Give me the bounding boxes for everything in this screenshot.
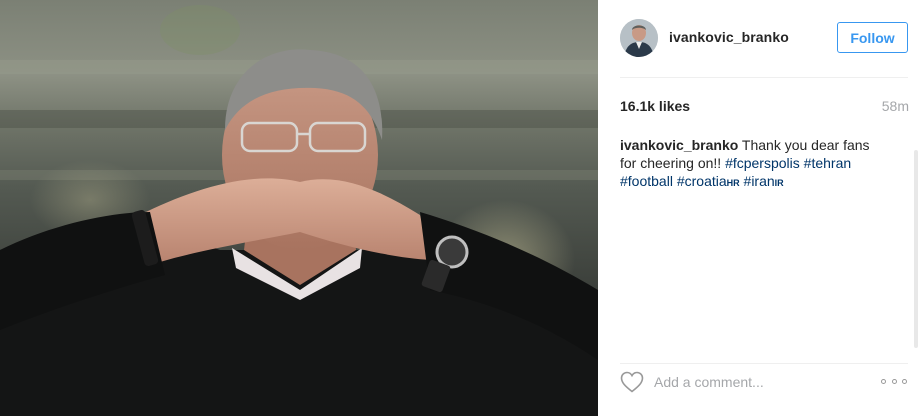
post-photo[interactable] (0, 0, 598, 416)
instagram-post: ivankovic_branko Follow 16.1k likes 58m … (0, 0, 921, 416)
hashtag-football[interactable]: #football (620, 173, 673, 189)
avatar[interactable] (620, 19, 658, 57)
hashtag-fcperspolis[interactable]: #fcperspolis (725, 155, 800, 171)
add-comment-input[interactable] (654, 372, 854, 392)
iran-flag-text: IR (774, 178, 784, 188)
likes-count[interactable]: 16.1k likes (620, 98, 690, 114)
more-options-icon (891, 378, 897, 384)
comments-scrollbar[interactable] (914, 150, 918, 348)
heart-outline-icon (620, 371, 644, 393)
like-button[interactable] (620, 371, 644, 393)
follow-button[interactable]: Follow (837, 22, 908, 53)
croatia-flag-text: HR (726, 178, 740, 188)
post-photo-illustration (0, 5, 598, 416)
hashtag-tehran[interactable]: #tehran (804, 155, 851, 171)
post-details-panel: ivankovic_branko Follow 16.1k likes 58m … (598, 0, 921, 416)
header-divider (620, 77, 908, 78)
post-caption: ivankovic_branko Thank you dear fans for… (620, 136, 888, 192)
actions-divider (620, 363, 908, 364)
avatar-image (620, 19, 658, 57)
author-username-link[interactable]: ivankovic_branko (669, 29, 789, 45)
more-options-button[interactable] (881, 374, 907, 388)
more-options-icon (902, 378, 907, 384)
caption-username-link[interactable]: ivankovic_branko (620, 137, 738, 153)
more-options-icon (881, 378, 886, 384)
post-header: ivankovic_branko Follow (598, 0, 921, 77)
hashtag-croatia[interactable]: #croatia (677, 173, 727, 189)
hashtag-iran[interactable]: #iran (744, 173, 775, 189)
post-timestamp[interactable]: 58m (882, 98, 909, 114)
